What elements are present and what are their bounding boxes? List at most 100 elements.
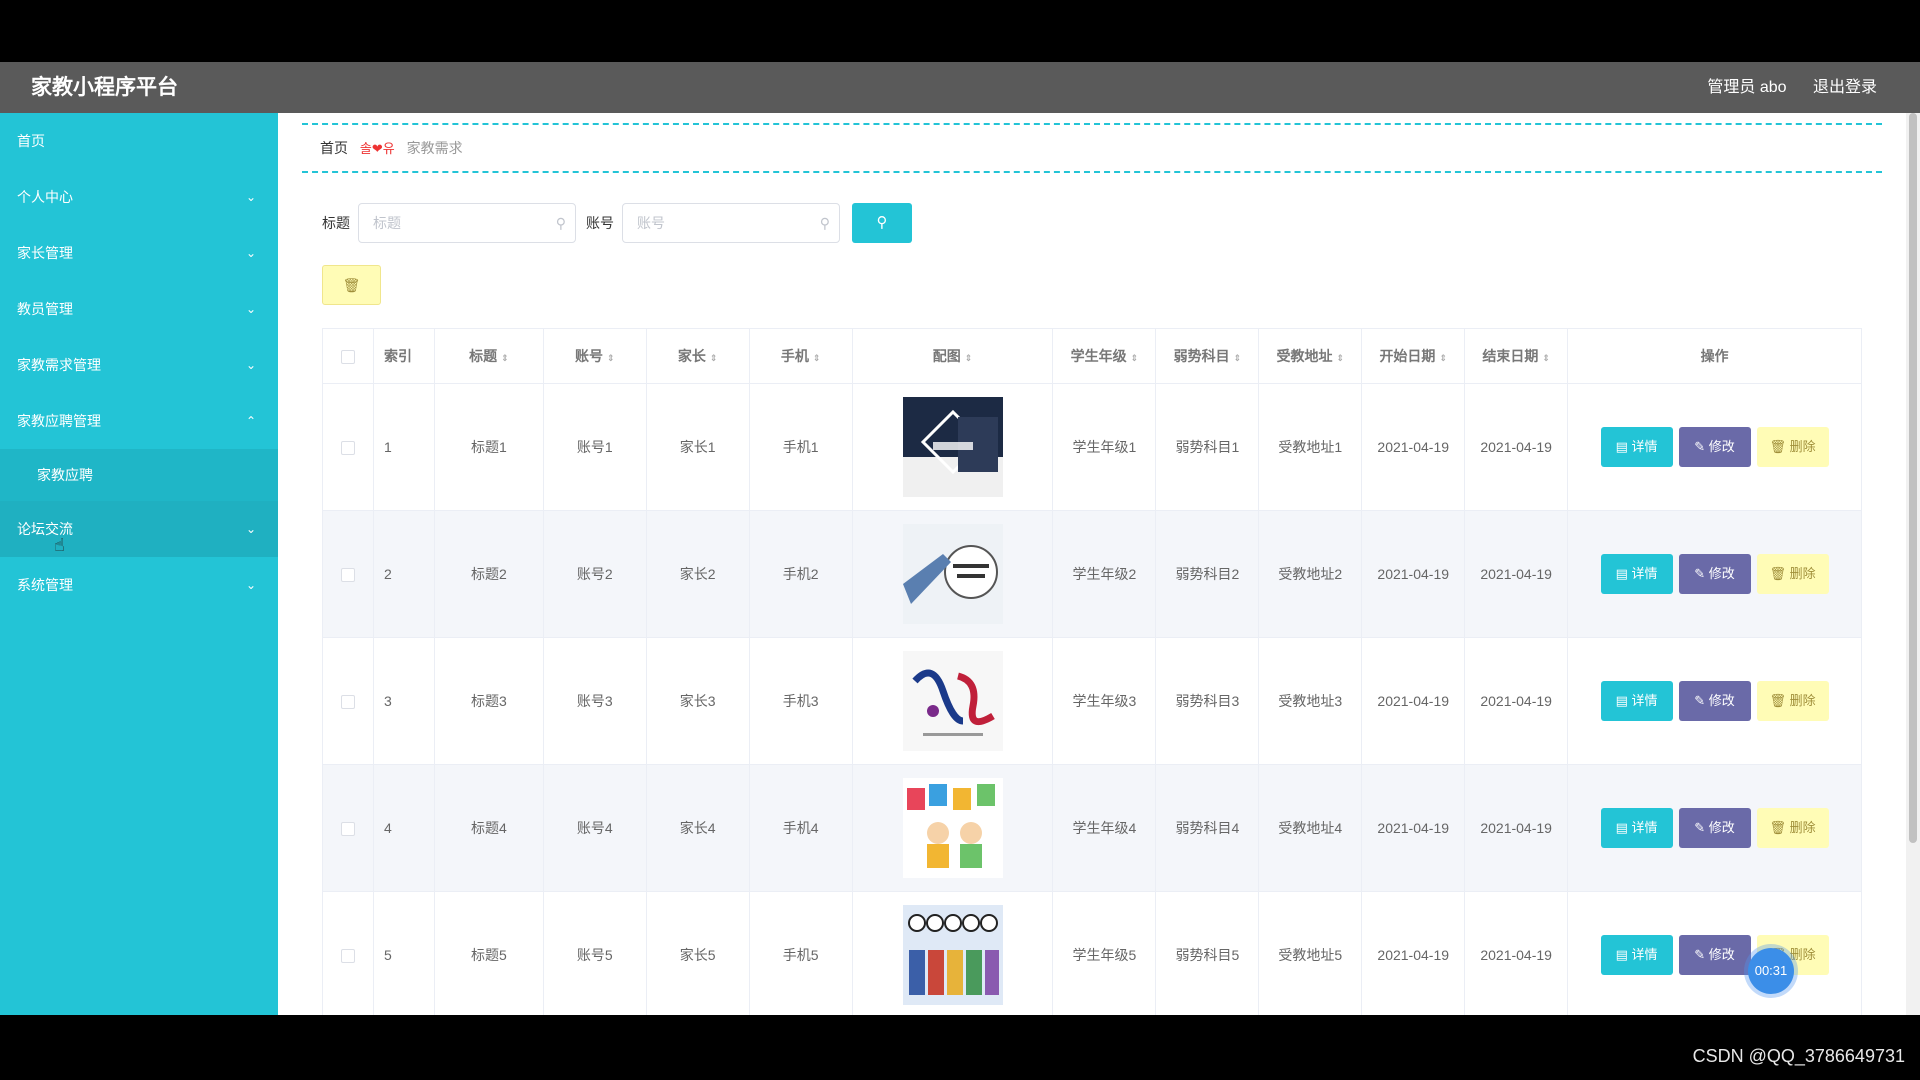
- edit-button[interactable]: ✎ 修改: [1678, 935, 1751, 975]
- phone-cell: 手机4: [748, 764, 853, 892]
- chevron-down-icon: ⌄: [245, 522, 256, 536]
- batch-delete-button[interactable]: 🗑: [322, 265, 381, 305]
- select-all-checkbox[interactable]: [340, 350, 355, 365]
- column-header[interactable]: 结束日期 ⇕: [1464, 328, 1569, 384]
- column-header-label: 弱势科目: [1173, 348, 1230, 364]
- calligraphy-image: [902, 651, 1003, 751]
- row-checkbox[interactable]: [340, 441, 355, 456]
- edit-button[interactable]: ✎ 修改: [1678, 427, 1751, 467]
- address-cell: 受教地址4: [1258, 764, 1363, 892]
- sort-icon[interactable]: ⇕: [1131, 353, 1139, 363]
- watermark: CSDN @QQ_3786649731: [1692, 1046, 1905, 1066]
- delete-button[interactable]: 🗑 删除: [1756, 554, 1829, 594]
- column-header[interactable]: 手机 ⇕: [748, 328, 853, 384]
- image-cell: [851, 383, 1054, 511]
- sidebar-subitem-application[interactable]: 家教应聘: [0, 449, 278, 501]
- chevron-down-icon: ⌄: [245, 578, 256, 592]
- table-row: 3 标题3 账号3 家长3 手机3 学生年级3 弱势科目3 受教地址3 2021…: [322, 637, 1862, 765]
- account-cell: 账号2: [542, 510, 647, 638]
- logout-link[interactable]: 退出登录: [1813, 79, 1877, 96]
- row-checkbox[interactable]: [340, 568, 355, 583]
- delete-button[interactable]: 🗑 删除: [1756, 427, 1829, 467]
- phone-cell: 手机3: [748, 637, 853, 765]
- row-checkbox[interactable]: [340, 822, 355, 837]
- edit-button[interactable]: ✎ 修改: [1678, 554, 1751, 594]
- image-cell: [851, 764, 1054, 892]
- search-icon: ⚲: [555, 215, 566, 231]
- sort-icon[interactable]: ⇕: [813, 353, 821, 363]
- start-date-cell: 2021-04-19: [1361, 510, 1466, 638]
- sort-icon[interactable]: ⇕: [1542, 353, 1550, 363]
- sort-icon[interactable]: ⇕: [501, 353, 509, 363]
- end-date-cell: 2021-04-19: [1464, 383, 1569, 511]
- search-button[interactable]: ⚲: [852, 203, 912, 243]
- sidebar-item-personal-center[interactable]: 个人中心 ⌄: [0, 169, 278, 225]
- scrollbar-thumb[interactable]: [1909, 113, 1917, 843]
- column-header: 索引: [372, 328, 435, 384]
- sort-icon[interactable]: ⇕: [607, 353, 615, 363]
- image-cell: [851, 891, 1054, 1015]
- actions-cell: ▤ 详情 ✎ 修改 🗑 删除: [1567, 637, 1862, 765]
- data-table: 索引 标题 ⇕ 账号 ⇕ 家长 ⇕ 手机 ⇕ 配图 ⇕ 学生年级 ⇕ 弱势科目 ⇕ 受教地址 ⇕…: [322, 328, 1862, 1015]
- screen: 家教小程序平台 管理员 abo 退出登录 首页 个人中心 ⌄ 家长管理 ⌄ 教员管理…: [0, 0, 1920, 1080]
- column-header[interactable]: 受教地址 ⇕: [1258, 328, 1363, 384]
- account-search-box: ⚲: [622, 203, 840, 243]
- main-content: 首页 솔❤유 家教需求 标题 ⚲ 账号 ⚲ ⚲ 🗑: [278, 113, 1906, 1015]
- title-search-label: 标题: [322, 215, 350, 231]
- column-header[interactable]: 开始日期 ⇕: [1361, 328, 1466, 384]
- title-cell: 标题2: [433, 510, 544, 638]
- admin-label: 管理员 abo: [1707, 79, 1787, 96]
- column-header-label: 结束日期: [1482, 348, 1539, 364]
- column-header[interactable]: 家长 ⇕: [645, 328, 750, 384]
- sort-icon[interactable]: ⇕: [965, 353, 973, 363]
- sort-icon[interactable]: ⇕: [710, 353, 718, 363]
- business-training-image: [902, 524, 1003, 624]
- row-checkbox[interactable]: [340, 949, 355, 964]
- account-search-input[interactable]: [623, 204, 839, 242]
- column-header[interactable]: 账号 ⇕: [542, 328, 647, 384]
- grade-cell: 学生年级5: [1052, 891, 1157, 1015]
- detail-button[interactable]: ▤ 详情: [1600, 935, 1673, 975]
- chevron-down-icon: ⌄: [245, 246, 256, 260]
- delete-button[interactable]: 🗑 删除: [1756, 681, 1829, 721]
- column-header[interactable]: 配图 ⇕: [851, 328, 1054, 384]
- trash-icon: 🗑: [342, 277, 361, 293]
- sidebar: 首页 个人中心 ⌄ 家长管理 ⌄ 教员管理 ⌄ 家教需求管理 ⌄ 家教应聘管理 ⌃ 家教应…: [0, 113, 278, 1015]
- sidebar-item-forum[interactable]: 论坛交流 ⌄ ☝: [0, 501, 278, 557]
- weak-subject-cell: 弱势科目3: [1155, 637, 1260, 765]
- start-date-cell: 2021-04-19: [1361, 764, 1466, 892]
- title-search-input[interactable]: [359, 204, 575, 242]
- row-select-cell: [322, 764, 374, 892]
- detail-button[interactable]: ▤ 详情: [1600, 427, 1673, 467]
- sort-icon[interactable]: ⇕: [1234, 353, 1242, 363]
- sort-icon[interactable]: ⇕: [1439, 353, 1447, 363]
- sidebar-item-tutor-management[interactable]: 教员管理 ⌄: [0, 281, 278, 337]
- vertical-scrollbar[interactable]: [1906, 113, 1920, 1015]
- sidebar-item-system-management[interactable]: 系统管理 ⌄: [0, 557, 278, 613]
- sidebar-item-home[interactable]: 首页: [0, 113, 278, 169]
- detail-button[interactable]: ▤ 详情: [1600, 681, 1673, 721]
- sidebar-item-parent-management[interactable]: 家长管理 ⌄: [0, 225, 278, 281]
- column-header[interactable]: 弱势科目 ⇕: [1155, 328, 1260, 384]
- abcd-kids-image: [902, 778, 1003, 878]
- detail-button[interactable]: ▤ 详情: [1600, 808, 1673, 848]
- row-checkbox[interactable]: [340, 695, 355, 710]
- chevron-up-icon: ⌃: [245, 414, 256, 428]
- breadcrumb-home[interactable]: 首页: [320, 140, 348, 156]
- edit-button[interactable]: ✎ 修改: [1678, 808, 1751, 848]
- sidebar-item-application-management[interactable]: 家教应聘管理 ⌃: [0, 393, 278, 449]
- breadcrumb-current: 家教需求: [406, 140, 463, 156]
- sidebar-item-label: 首页: [17, 133, 45, 149]
- detail-button[interactable]: ▤ 详情: [1600, 554, 1673, 594]
- parent-cell: 家长3: [645, 637, 750, 765]
- image-cell: [851, 510, 1054, 638]
- sidebar-item-label: 家教需求管理: [17, 357, 101, 373]
- delete-button[interactable]: 🗑 删除: [1756, 808, 1829, 848]
- column-header[interactable]: 学生年级 ⇕: [1052, 328, 1157, 384]
- column-header[interactable]: 标题 ⇕: [433, 328, 544, 384]
- phone-cell: 手机5: [748, 891, 853, 1015]
- edit-button[interactable]: ✎ 修改: [1678, 681, 1751, 721]
- sidebar-item-demand-management[interactable]: 家教需求管理 ⌄: [0, 337, 278, 393]
- address-cell: 受教地址1: [1258, 383, 1363, 511]
- sort-icon[interactable]: ⇕: [1337, 353, 1345, 363]
